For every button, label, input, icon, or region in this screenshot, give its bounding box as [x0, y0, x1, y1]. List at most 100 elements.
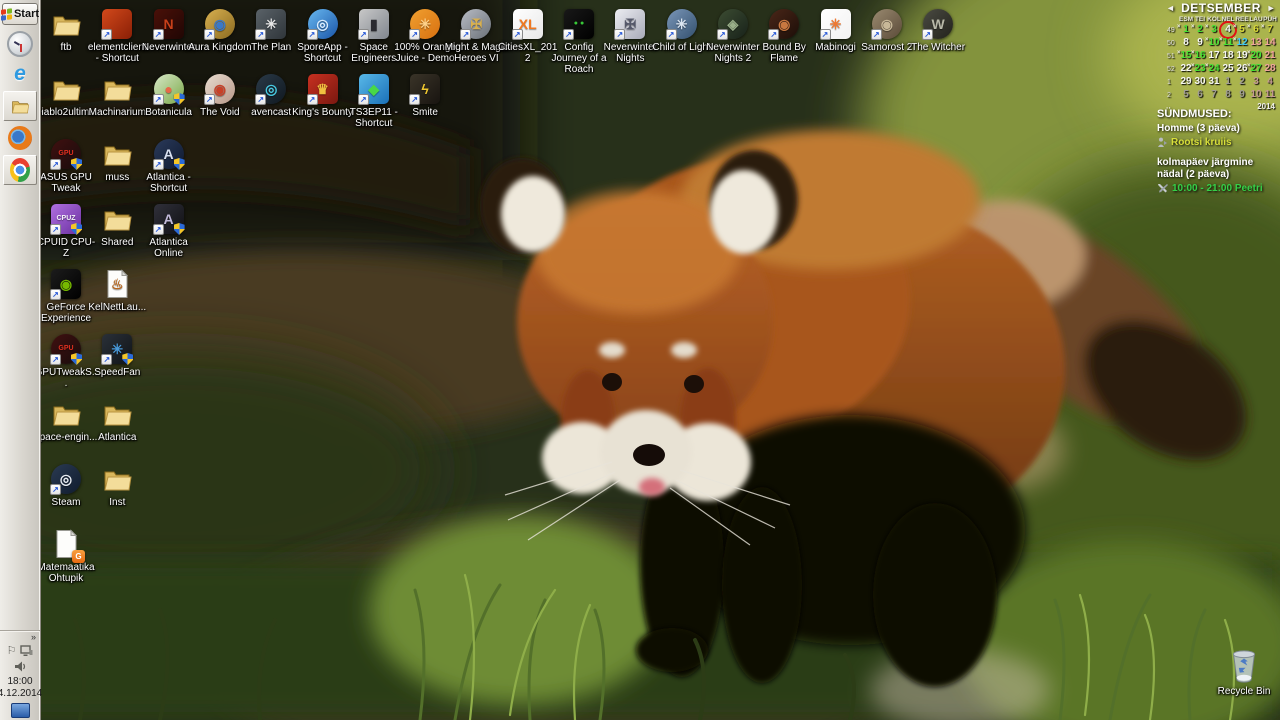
cruise-icon — [1157, 137, 1168, 148]
event-item: Homme (3 päeva) Rootsi kruiis — [1157, 123, 1277, 148]
start-button[interactable]: Start — [2, 3, 38, 25]
icon-art: ✳ ↗ — [820, 8, 852, 40]
icon-art: ✳ ↗ — [666, 8, 698, 40]
calendar-next-button[interactable]: ► — [1266, 3, 1277, 13]
shortcut-arrow-icon: ↗ — [50, 484, 61, 495]
icon-art: ◎ ↗ — [255, 73, 287, 105]
calendar-day-14[interactable]: ×14 — [1263, 37, 1277, 49]
icon-art — [101, 398, 133, 430]
shortcut-arrow-icon: ↗ — [204, 94, 215, 105]
network-icon[interactable] — [20, 645, 33, 657]
icon-art: ↗ — [101, 8, 133, 40]
calendar-day-9[interactable]: ×9 — [1235, 89, 1249, 101]
calendar-day-13[interactable]: ×13 — [1249, 37, 1263, 49]
gadgets-clock-icon[interactable] — [6, 31, 34, 57]
shortcut-arrow-icon: ↗ — [358, 29, 369, 40]
desktop-icon-the-witcher[interactable]: W ↗ The Witcher — [906, 8, 970, 53]
desktop-icon-atlantica-shortcut[interactable]: A ↗ Atlantica - Shortcut — [137, 138, 201, 194]
event-when: kolmapäev järgmine nädal (2 päeva) — [1157, 157, 1277, 181]
app-glyph — [50, 398, 82, 430]
icon-art: GPU ↗ — [50, 333, 82, 365]
icon-label: Atlantica - Shortcut — [137, 172, 201, 194]
tools-icon — [1157, 183, 1169, 194]
icon-label: KelNettLau... — [85, 302, 149, 313]
desktop-icon-smite[interactable]: ϟ ↗ Smite — [393, 73, 457, 118]
shortcut-arrow-icon: ↗ — [204, 29, 215, 40]
shortcut-arrow-icon: ↗ — [460, 29, 471, 40]
calendar-day-25[interactable]: ×25 — [1221, 63, 1235, 75]
notification-area: » ⚐ 18:00 4.12.2014 — [0, 630, 40, 720]
desktop-icon-recycle-bin[interactable]: Recycle Bin — [1212, 648, 1276, 697]
taskbar: Start e » ⚐ — [0, 0, 41, 720]
calendar-day-17[interactable]: ×17 — [1207, 50, 1221, 62]
calendar-day-21[interactable]: ×21 — [1263, 50, 1277, 62]
app-badge-icon: G — [72, 550, 85, 563]
calendar-day-header: PÜH — [1263, 16, 1277, 23]
app-glyph — [50, 73, 82, 105]
shortcut-arrow-icon: ↗ — [358, 94, 369, 105]
icon-label: Smite — [393, 107, 457, 118]
calendar-day-6[interactable]: ×6 — [1193, 89, 1207, 101]
volume-icon[interactable] — [14, 661, 27, 672]
icon-art — [101, 73, 133, 105]
desktop-icon-atlantica[interactable]: Atlantica — [85, 398, 149, 443]
calendar-day-8[interactable]: ×8 — [1221, 89, 1235, 101]
calendar-day-7[interactable]: ×7 — [1207, 89, 1221, 101]
calendar-prev-button[interactable]: ◄ — [1165, 3, 1176, 13]
desktop-icon-atlantica-online[interactable]: A ↗ Atlantica Online — [137, 203, 201, 259]
calendar-day-24[interactable]: ×24 — [1207, 63, 1221, 75]
start-label: Start — [14, 8, 39, 20]
calendar-day-10[interactable]: ×10 — [1249, 89, 1263, 101]
icon-art: GPU ↗ — [50, 138, 82, 170]
calendar-day-18[interactable]: ×18 — [1221, 50, 1235, 62]
chrome-window-button[interactable] — [3, 155, 37, 185]
windows-logo-icon — [1, 8, 12, 21]
calendar-day-3[interactable]: ×3 — [1249, 76, 1263, 88]
shortcut-arrow-icon: ↗ — [614, 29, 625, 40]
icon-label: Matemaatika Ohtupik — [34, 562, 98, 584]
shortcut-arrow-icon: ↗ — [666, 29, 677, 40]
icon-art: ◆ ↗ — [358, 73, 390, 105]
calendar-day-29[interactable]: ×29 — [1179, 76, 1193, 88]
icon-art: CPUZ ↗ — [50, 203, 82, 235]
shortcut-arrow-icon: ↗ — [255, 94, 266, 105]
icon-art: ✠ ↗ — [460, 8, 492, 40]
explorer-folder-window-button[interactable] — [3, 91, 37, 121]
desktop-icon-inst[interactable]: Inst — [85, 463, 149, 508]
firefox-icon[interactable] — [6, 125, 34, 151]
calendar-day-11[interactable]: ×11 — [1263, 89, 1277, 101]
icon-art — [101, 463, 133, 495]
show-desktop-button[interactable] — [11, 703, 30, 718]
desktop-icon-matemaatika-ohtupik[interactable]: G Matemaatika Ohtupik — [34, 528, 98, 584]
icon-label: Recycle Bin — [1212, 686, 1276, 697]
shortcut-arrow-icon: ↗ — [153, 29, 164, 40]
icon-art — [50, 398, 82, 430]
shortcut-arrow-icon: ↗ — [512, 29, 523, 40]
calendar-day-2[interactable]: ×2 — [1235, 76, 1249, 88]
calendar-day-27[interactable]: ×27 — [1249, 63, 1263, 75]
action-center-flag-icon[interactable]: ⚐ — [7, 645, 17, 657]
tray-expand-button[interactable]: » — [31, 633, 36, 642]
internet-explorer-icon[interactable]: e — [6, 61, 34, 87]
calendar-day-30[interactable]: ×30 — [1193, 76, 1207, 88]
icon-art: ◎ ↗ — [307, 8, 339, 40]
calendar-month-title: DETSEMBER — [1181, 1, 1261, 15]
calendar-day-31[interactable]: ×31 — [1207, 76, 1221, 88]
calendar-day-28[interactable]: ×28 — [1263, 63, 1277, 75]
app-glyph — [50, 8, 82, 40]
icon-art: ◉ ↗ — [50, 268, 82, 300]
calendar-day-4[interactable]: ×4 — [1263, 76, 1277, 88]
icon-label: Inst — [85, 497, 149, 508]
shortcut-arrow-icon: ↗ — [153, 159, 164, 170]
app-glyph — [101, 203, 133, 235]
calendar-day-1[interactable]: ×1 — [1221, 76, 1235, 88]
desktop-icon-speedfan[interactable]: ✳ ↗ SpeedFan — [85, 333, 149, 378]
calendar-day-20[interactable]: ×20 — [1249, 50, 1263, 62]
desktop-icon-kelnettlau[interactable]: ♨ KelNettLau... — [85, 268, 149, 313]
calendar-day-7[interactable]: ×7 — [1263, 24, 1277, 36]
shortcut-arrow-icon: ↗ — [153, 224, 164, 235]
tray-clock[interactable]: 18:00 4.12.2014 — [0, 676, 42, 700]
shortcut-arrow-icon: ↗ — [50, 354, 61, 365]
calendar-day-5[interactable]: ×5 — [1179, 89, 1193, 101]
icon-art: ◉ ↗ — [204, 73, 236, 105]
